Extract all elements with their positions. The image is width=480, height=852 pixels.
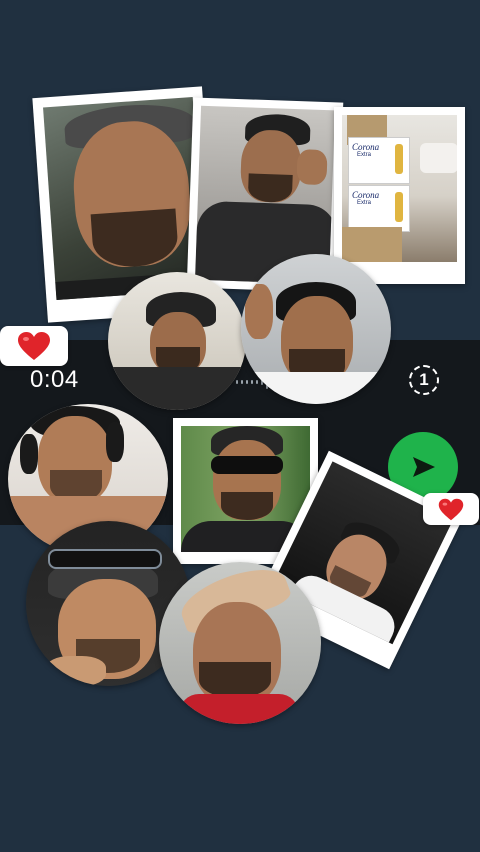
photo-circle-black-cap (108, 272, 246, 410)
recording-timer: 0:04 (30, 366, 79, 393)
view-once-icon[interactable]: 1 (409, 365, 439, 395)
view-once-label: 1 (419, 370, 429, 389)
photo-circle-sleeping (241, 254, 391, 404)
photo-card-beer-boxes: Corona Extra Corona Extra (334, 107, 465, 284)
heart-emoji-icon (18, 332, 50, 360)
heart-reaction-tag (423, 493, 479, 525)
send-arrow-icon (413, 457, 435, 477)
heart-emoji-icon (438, 498, 464, 520)
heart-reaction-tag (0, 326, 68, 366)
photo-circle-beige-cap (159, 562, 321, 724)
